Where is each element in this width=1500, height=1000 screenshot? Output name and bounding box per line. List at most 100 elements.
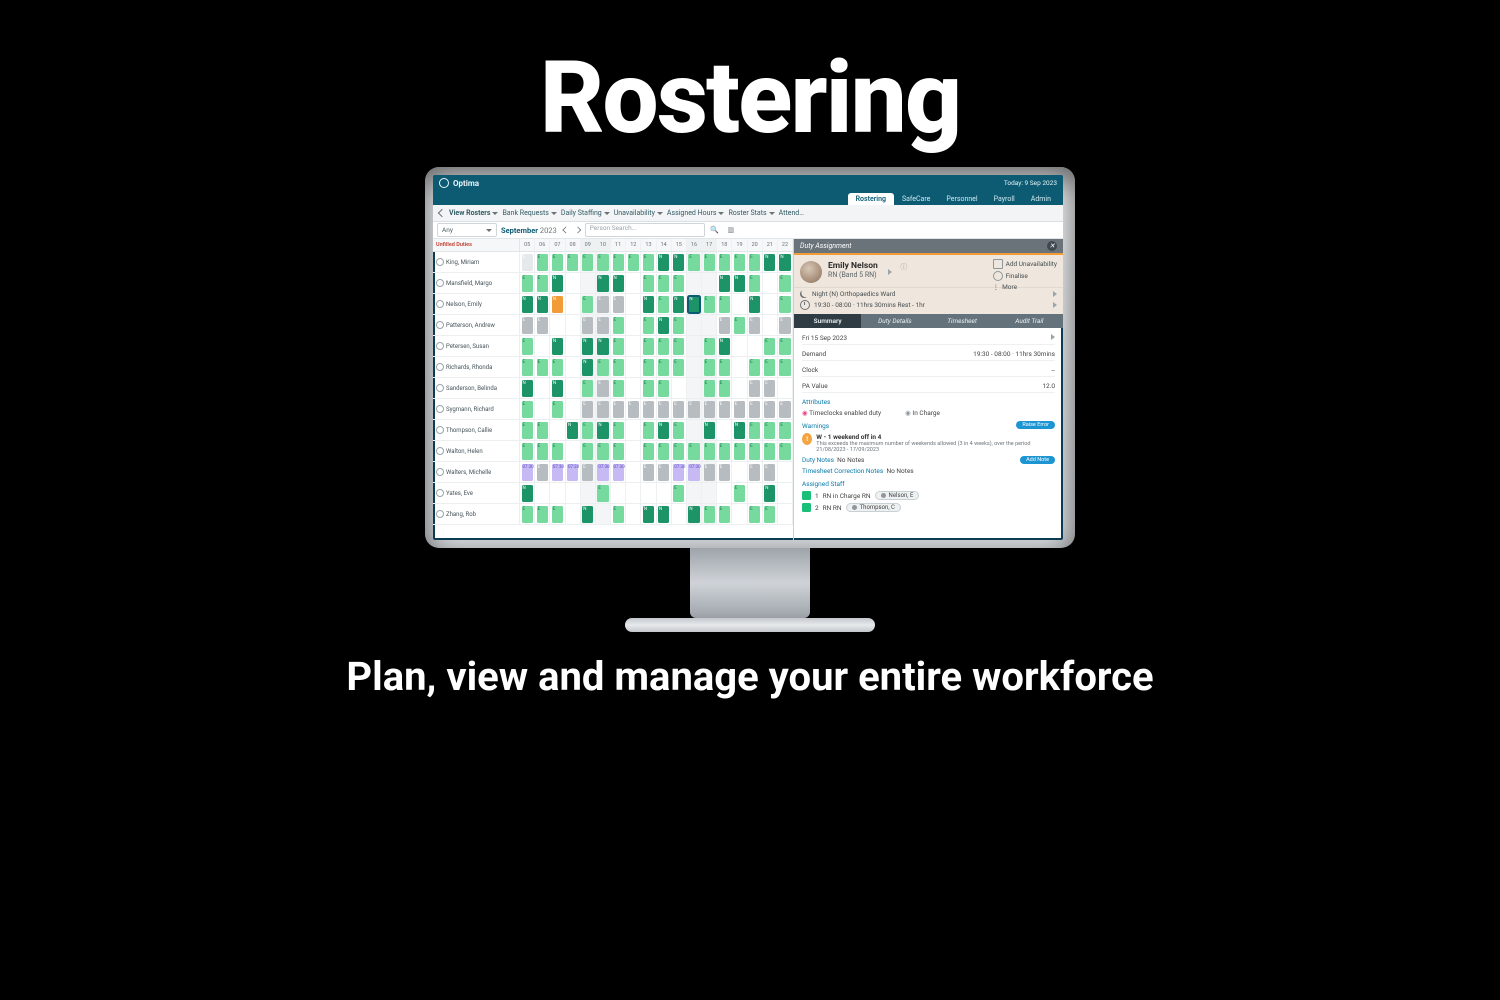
- shift-cell[interactable]: N: [672, 294, 687, 314]
- shift-cell[interactable]: E: [717, 399, 732, 419]
- staff-name[interactable]: Patterson, Andrew: [433, 315, 520, 335]
- shift-cell[interactable]: N: [520, 378, 535, 398]
- shift-cell[interactable]: E: [763, 462, 778, 482]
- day-header[interactable]: 16: [687, 239, 702, 251]
- unfilled-duties-label[interactable]: Unfilled Duties: [433, 239, 520, 251]
- shift-cell[interactable]: E: [581, 378, 596, 398]
- shift-cell[interactable]: E: [717, 252, 732, 272]
- shift-cell[interactable]: E: [596, 252, 611, 272]
- shift-cell[interactable]: [535, 399, 550, 419]
- ptab-audit-trail[interactable]: Audit Trail: [996, 314, 1063, 328]
- shift-cell[interactable]: 07:30: [520, 462, 535, 482]
- day-header[interactable]: 06: [535, 239, 550, 251]
- shift-cell[interactable]: E: [566, 252, 581, 272]
- shift-cell[interactable]: E: [672, 483, 687, 503]
- shift-cell[interactable]: E: [702, 441, 717, 461]
- shift-cell[interactable]: E: [732, 441, 747, 461]
- month-label[interactable]: September 2023: [501, 226, 557, 235]
- shift-cell[interactable]: E: [748, 378, 763, 398]
- shift-cell[interactable]: N: [641, 504, 656, 524]
- info-icon[interactable]: ⓘ: [898, 261, 910, 273]
- shift-cell[interactable]: E: [763, 504, 778, 524]
- shift-cell[interactable]: [778, 462, 793, 482]
- shift-cell[interactable]: E: [611, 420, 626, 440]
- shift-cell[interactable]: E: [672, 315, 687, 335]
- add-note-button[interactable]: Add Note: [1020, 456, 1055, 464]
- summary-date[interactable]: Fri 15 Sep 2023: [802, 332, 1055, 345]
- shift-cell[interactable]: [550, 315, 565, 335]
- day-header[interactable]: 20: [748, 239, 763, 251]
- shift-cell[interactable]: [732, 357, 747, 377]
- shift-cell[interactable]: E: [687, 441, 702, 461]
- shift-cell[interactable]: [535, 336, 550, 356]
- shift-cell[interactable]: [778, 378, 793, 398]
- shift-cell[interactable]: E: [748, 357, 763, 377]
- shift-cell[interactable]: [732, 378, 747, 398]
- staff-name[interactable]: King, Miriam: [433, 252, 520, 272]
- shift-cell[interactable]: E: [657, 294, 672, 314]
- shift-cell[interactable]: N: [778, 252, 793, 272]
- shift-cell[interactable]: E: [778, 273, 793, 293]
- shift-cell[interactable]: E: [702, 504, 717, 524]
- shift-cell[interactable]: [717, 483, 732, 503]
- shift-cell[interactable]: E: [611, 357, 626, 377]
- shift-cell[interactable]: E: [657, 399, 672, 419]
- shift-cell[interactable]: E: [687, 252, 702, 272]
- shift-cell[interactable]: E: [717, 441, 732, 461]
- shift-cell[interactable]: E: [717, 315, 732, 335]
- staff-name[interactable]: Sanderson, Belinda: [433, 378, 520, 398]
- staff-name[interactable]: Nelson, Emily: [433, 294, 520, 314]
- shift-cell[interactable]: [763, 294, 778, 314]
- shift-cell[interactable]: N: [566, 420, 581, 440]
- shift-cell[interactable]: [748, 336, 763, 356]
- shift-cell[interactable]: [763, 315, 778, 335]
- shift-cell[interactable]: E: [641, 378, 656, 398]
- shift-cell[interactable]: [566, 357, 581, 377]
- shift-cell[interactable]: E: [657, 357, 672, 377]
- shift-cell[interactable]: 07:30: [687, 462, 702, 482]
- shift-cell[interactable]: N: [520, 294, 535, 314]
- shift-cell[interactable]: E: [641, 420, 656, 440]
- shift-cell[interactable]: [626, 441, 641, 461]
- shift-cell[interactable]: E: [581, 420, 596, 440]
- shift-cell[interactable]: E: [657, 336, 672, 356]
- shift-cell[interactable]: [566, 483, 581, 503]
- shift-cell[interactable]: E: [748, 504, 763, 524]
- shift-cell[interactable]: E: [702, 462, 717, 482]
- shift-cell[interactable]: [611, 483, 626, 503]
- shift-cell[interactable]: [748, 483, 763, 503]
- day-header[interactable]: 14: [657, 239, 672, 251]
- shift-cell[interactable]: N: [687, 294, 702, 314]
- day-header[interactable]: 17: [702, 239, 717, 251]
- shift-cell[interactable]: N: [657, 315, 672, 335]
- month-next-icon[interactable]: [574, 227, 580, 233]
- shift-cell[interactable]: [566, 441, 581, 461]
- action-add-unavailability[interactable]: Add Unavailability: [993, 259, 1057, 269]
- shift-cell[interactable]: [732, 504, 747, 524]
- shift-cell[interactable]: E: [717, 294, 732, 314]
- shift-cell[interactable]: N: [702, 420, 717, 440]
- menu-roster-stats[interactable]: Roster Stats: [728, 209, 774, 217]
- shift-cell[interactable]: E: [672, 441, 687, 461]
- shift-cell[interactable]: E: [535, 462, 550, 482]
- shift-cell[interactable]: E: [535, 273, 550, 293]
- shift-cell[interactable]: E: [702, 294, 717, 314]
- shift-cell[interactable]: E: [641, 315, 656, 335]
- shift-cell[interactable]: E: [641, 357, 656, 377]
- staff-name[interactable]: Walters, Michelle: [433, 462, 520, 482]
- shift-cell[interactable]: E: [596, 399, 611, 419]
- shift-cell[interactable]: E: [763, 420, 778, 440]
- shift-cell[interactable]: E: [657, 378, 672, 398]
- shift-cell[interactable]: [626, 483, 641, 503]
- shift-cell[interactable]: E: [641, 441, 656, 461]
- shift-cell[interactable]: E: [732, 315, 747, 335]
- person-name[interactable]: Emily Nelson: [828, 261, 878, 271]
- shift-cell[interactable]: 07:30: [672, 462, 687, 482]
- shift-cell[interactable]: N: [596, 273, 611, 293]
- shift-cell[interactable]: E: [611, 441, 626, 461]
- month-prev-icon[interactable]: [562, 227, 568, 233]
- shift-cell[interactable]: E: [702, 378, 717, 398]
- staff-name[interactable]: Zhang, Rob: [433, 504, 520, 524]
- shift-cell[interactable]: [626, 462, 641, 482]
- ptab-duty-details[interactable]: Duty Details: [861, 314, 928, 328]
